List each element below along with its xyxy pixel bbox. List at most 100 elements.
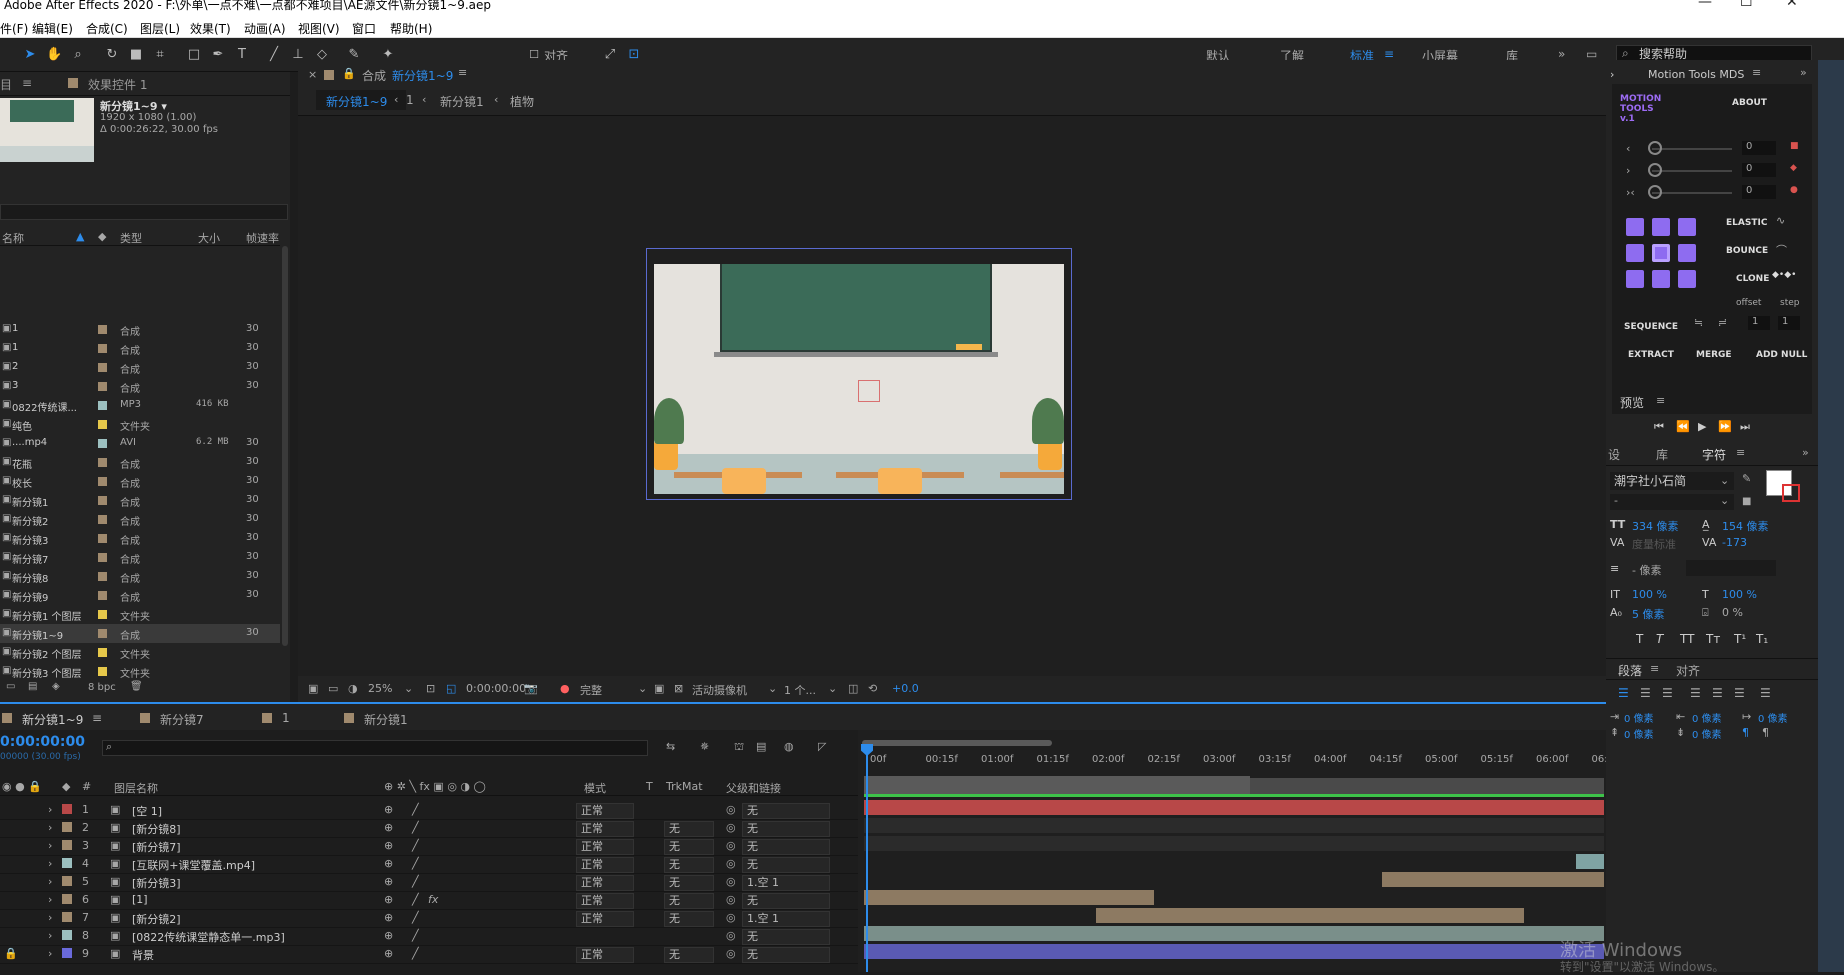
project-item[interactable]: ▣ 1 合成 30	[0, 320, 280, 339]
expand-layer-icon[interactable]: ›	[48, 857, 52, 870]
fit-icon[interactable]: ⊡	[426, 682, 435, 695]
pick-whip-icon[interactable]: ◎	[726, 875, 736, 888]
parent-select[interactable]: 无	[742, 803, 830, 819]
parent-select[interactable]: 1.空 1	[742, 875, 830, 891]
tab-settings[interactable]: 设	[1608, 446, 1620, 463]
layer-bar-9[interactable]	[864, 944, 1604, 959]
menu-composition[interactable]: 合成(C)	[86, 20, 128, 37]
shy-switch-icon[interactable]: ⊕	[384, 929, 393, 942]
lock-icon[interactable]: 🔒	[342, 67, 356, 80]
camera-select[interactable]: 活动摄像机	[692, 682, 747, 698]
rectangle-tool-icon[interactable]: □	[186, 47, 202, 63]
camera-dropdown-icon[interactable]: ⌄	[768, 682, 777, 695]
timeline-tab-3[interactable]: 1	[282, 711, 290, 725]
swap-colors-icon[interactable]: ■	[1742, 496, 1751, 507]
parent-select[interactable]: 无	[742, 839, 830, 855]
justify-left-icon[interactable]: ☰	[1690, 686, 1701, 700]
layer-name[interactable]: [新分镜7]	[132, 839, 181, 855]
tab-align[interactable]: 对齐	[1676, 662, 1700, 679]
anchor-grid-tc[interactable]	[1652, 218, 1670, 236]
align-right-icon[interactable]: ☰	[1662, 686, 1673, 700]
ease-in-slider[interactable]	[1652, 148, 1732, 150]
project-item[interactable]: ▣ 新分镜1~9 合成 30	[0, 624, 280, 643]
hand-tool-icon[interactable]: ✋	[46, 47, 62, 63]
breadcrumb-item-3[interactable]: 新分镜1	[440, 93, 484, 110]
resolution-dropdown-icon[interactable]: ⌄	[638, 682, 647, 695]
menu-animation[interactable]: 动画(A)	[244, 20, 286, 37]
expand-layer-icon[interactable]: ›	[48, 947, 52, 960]
blend-mode-select[interactable]: 正常	[576, 821, 634, 837]
anchor-grid-br[interactable]	[1678, 270, 1696, 288]
layer-row[interactable]: › 3 ▣ [新分镜7] ⊕ ╱ 正常 无 ◎ 无	[0, 836, 860, 856]
stroke-style-select[interactable]	[1686, 560, 1776, 576]
layer-name[interactable]: [新分镜8]	[132, 821, 181, 837]
tab-effect-controls[interactable]: 效果控件 1	[88, 76, 147, 93]
mask-icon[interactable]: ◑	[348, 682, 358, 695]
menu-effect[interactable]: 效果(T)	[190, 20, 231, 37]
expand-layer-icon[interactable]: ›	[48, 893, 52, 906]
sequence-right-icon[interactable]: ≓	[1718, 316, 1727, 329]
panel-toggle-icon[interactable]: ▭	[1586, 47, 1597, 61]
label-swatch[interactable]	[98, 591, 107, 600]
expand-layer-icon[interactable]: ›	[48, 929, 52, 942]
time-ruler[interactable]: 00f 00:15f 01:00f 01:15f 02:00f 02:15f 03:00f 0…	[858, 746, 1624, 772]
parent-select[interactable]: 无	[742, 857, 830, 873]
para-panel-menu-icon[interactable]: ≡	[1650, 662, 1659, 675]
indent-first-value[interactable]: 0 像素	[1758, 710, 1788, 725]
layer-label-swatch[interactable]	[62, 804, 72, 814]
layer-name[interactable]: [0822传统课堂静态单一.mp3]	[132, 929, 285, 945]
bounce-button[interactable]: BOUNCE	[1726, 246, 1768, 256]
always-preview-icon[interactable]: ▣	[308, 682, 318, 695]
blend-mode-select[interactable]: 正常	[576, 893, 634, 909]
comp-tab-name[interactable]: 新分镜1~9	[392, 67, 453, 84]
layer-bar-2[interactable]	[864, 818, 1604, 833]
anchor-grid-ml[interactable]	[1626, 244, 1644, 262]
parent-select[interactable]: 无	[742, 821, 830, 837]
more-workspaces-icon[interactable]: »	[1558, 47, 1565, 61]
resolution-select[interactable]: 完整	[580, 682, 602, 698]
project-item[interactable]: ▣ 校长 合成 30	[0, 472, 280, 491]
expand-layer-icon[interactable]: ›	[48, 821, 52, 834]
zoom-select[interactable]: 25%	[368, 682, 392, 695]
parent-select[interactable]: 无	[742, 947, 830, 963]
ltr-direction-icon[interactable]: ¶	[1742, 726, 1749, 739]
parent-select[interactable]: 无	[742, 893, 830, 909]
views-select[interactable]: 1 个...	[784, 682, 816, 698]
pick-whip-icon[interactable]: ◎	[726, 911, 736, 924]
layer-row[interactable]: › 8 ▣ [0822传统课堂静态单一.mp3] ⊕ ╱ ◎ 无	[0, 926, 860, 946]
region-of-interest-icon[interactable]: ▣	[654, 682, 664, 695]
expand-layer-icon[interactable]: ›	[48, 911, 52, 924]
pan-behind-tool-icon[interactable]: ⌗	[152, 47, 168, 63]
zoom-tool-icon[interactable]: ⌕	[70, 47, 86, 63]
font-family-select[interactable]: 潮字社小石简	[1610, 472, 1734, 490]
col-size[interactable]: 大小	[198, 230, 220, 246]
expand-layer-icon[interactable]: ›	[48, 875, 52, 888]
comp-mini-flowchart-icon[interactable]: ⇆	[666, 740, 675, 753]
font-style-dropdown-icon[interactable]: ⌄	[1720, 494, 1729, 507]
stroke-color-swatch[interactable]	[1782, 484, 1800, 502]
col-type[interactable]: 类型	[120, 230, 142, 246]
layer-row[interactable]: 🔒 › 9 ▣ 背景 ⊕ ╱ 正常 无 ◎ 无	[0, 944, 860, 964]
layer-bar-8[interactable]	[864, 926, 1604, 941]
sequence-offset-value[interactable]: 1	[1748, 316, 1770, 330]
label-swatch[interactable]	[98, 629, 107, 638]
blend-mode-select[interactable]: 正常	[576, 911, 634, 927]
ease-out-value[interactable]: 0	[1742, 163, 1776, 177]
trkmat-select[interactable]: 无	[664, 857, 714, 873]
prev-frame-icon[interactable]: ⏪	[1676, 420, 1690, 433]
col-mode[interactable]: 模式	[584, 780, 606, 796]
layer-name[interactable]: [互联网+课堂覆盖.mp4]	[132, 857, 255, 873]
anchor-grid-tr[interactable]	[1678, 218, 1696, 236]
timeline-graph-area[interactable]: 00f 00:15f 01:00f 01:15f 02:00f 02:15f 03:00f 0…	[858, 730, 1624, 972]
elastic-button[interactable]: ELASTIC	[1726, 218, 1767, 228]
shy-switch-icon[interactable]: ⊕	[384, 839, 393, 852]
layer-bar-6[interactable]	[864, 890, 1154, 905]
anchor-box[interactable]	[858, 380, 880, 402]
label-swatch[interactable]	[98, 344, 107, 353]
layer-row[interactable]: › 6 ▣ [1] ⊕ ╱ fx 正常 无 ◎ 无	[0, 890, 860, 910]
anchor-grid-mr[interactable]	[1678, 244, 1696, 262]
quality-switch-icon[interactable]: ╱	[412, 839, 419, 852]
project-item[interactable]: ▣ 新分镜1 合成 30	[0, 491, 280, 510]
project-item[interactable]: ▣ 纯色 文件夹	[0, 415, 280, 434]
composition-viewer[interactable]	[298, 116, 1606, 676]
